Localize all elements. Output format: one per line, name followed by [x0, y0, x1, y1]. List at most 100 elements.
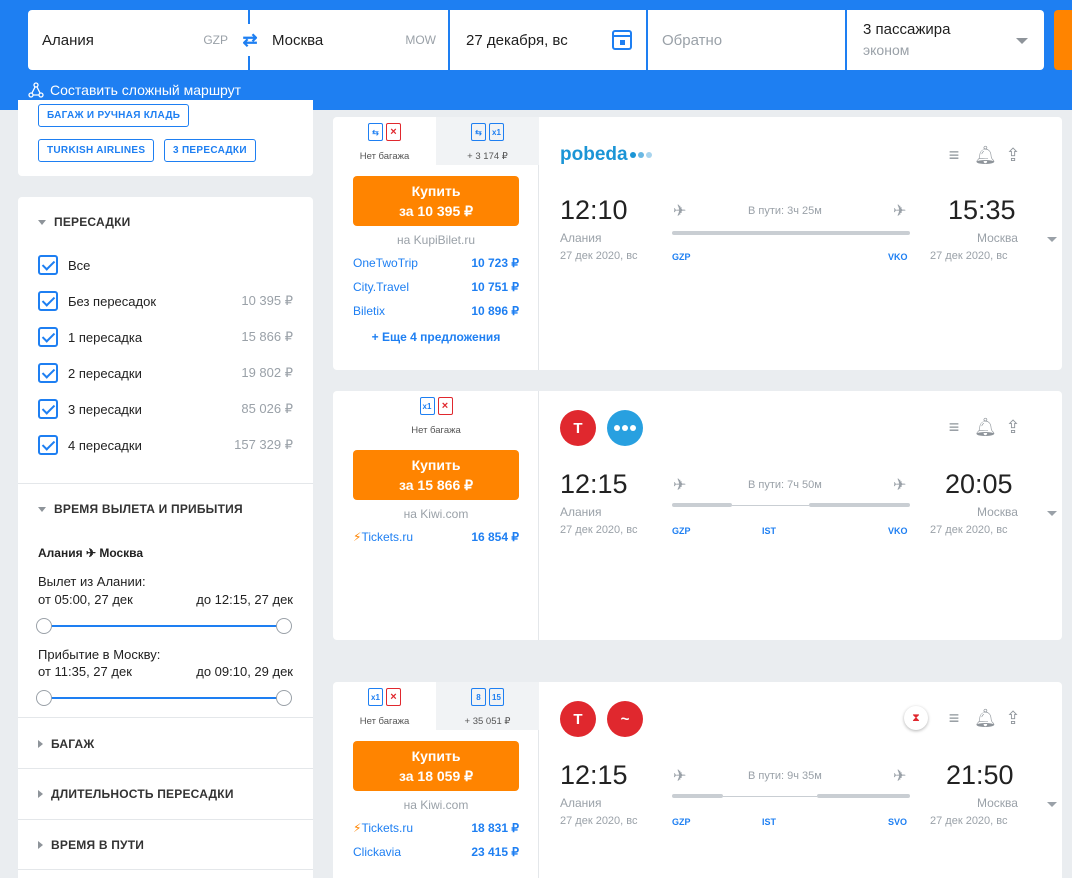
checkbox[interactable] — [38, 399, 58, 419]
offer-price: 18 831 ₽ — [471, 821, 519, 835]
arrival-from: от 11:35, 27 дек — [38, 664, 132, 679]
filter-tag-stops[interactable]: 3 ПЕРЕСАДКИ — [164, 139, 256, 162]
arrival-date: 27 дек 2020, вс — [930, 524, 1008, 536]
filter-tag-baggage[interactable]: БАГАЖ И РУЧНАЯ КЛАДЬ — [38, 104, 190, 127]
checkbox[interactable] — [38, 363, 58, 383]
departure-date: 27 дек 2020, вс — [560, 250, 638, 262]
stops-filter-title: ПЕРЕСАДКИ — [54, 215, 131, 229]
share-icon[interactable]: ⇪ — [1003, 145, 1023, 165]
stops-option-direct[interactable]: Без пересадок 10 395 ₽ — [38, 291, 293, 311]
arrival-max-handle[interactable] — [276, 690, 292, 706]
passengers-field[interactable]: 3 пассажира эконом — [847, 10, 1044, 70]
stops-option-3[interactable]: 3 пересадки 85 026 ₽ — [38, 399, 293, 419]
pobeda-logo: pobeda — [560, 144, 652, 166]
bell-icon[interactable]: 🔔︎ — [974, 708, 997, 728]
flight-duration: В пути: 9ч 35м — [748, 770, 822, 782]
checkbox[interactable] — [38, 255, 58, 275]
add-to-list-icon[interactable]: ≡ — [944, 417, 964, 437]
stops-filter-header[interactable]: ПЕРЕСАДКИ — [38, 215, 130, 229]
layover-duration-filter-header[interactable]: ДЛИТЕЛЬНОСТЬ ПЕРЕСАДКИ — [38, 787, 234, 801]
travel-time-filter-header[interactable]: ВРЕМЯ В ПУТИ — [38, 838, 144, 852]
offer-row[interactable]: Clickavia 23 415 ₽ — [353, 845, 519, 859]
search-button[interactable] — [1054, 10, 1072, 70]
add-to-list-icon[interactable]: ≡ — [944, 145, 964, 165]
arrival-time: 21:50 — [946, 760, 1014, 790]
offer-agency: Biletix — [353, 304, 386, 318]
divider — [18, 717, 313, 718]
checkbox[interactable] — [38, 327, 58, 347]
add-to-list-icon[interactable]: ≡ — [944, 708, 964, 728]
baggage-option-with-bag[interactable]: ⇆ x1 + 3 174 ₽ — [436, 117, 539, 165]
landing-icon: ✈ — [893, 203, 907, 220]
chevron-down-icon[interactable] — [1047, 511, 1057, 516]
offer-price: 23 415 ₽ — [471, 845, 519, 859]
buy-button[interactable]: Купить за 15 866 ₽ — [353, 450, 519, 500]
baggage-option-with-bag[interactable]: 8 15 + 35 051 ₽ — [436, 682, 539, 730]
offer-agency: Tickets.ru — [361, 821, 413, 835]
destination-code: MOW — [405, 33, 436, 47]
checkbox[interactable] — [38, 435, 58, 455]
departure-min-handle[interactable] — [36, 618, 52, 634]
share-icon[interactable]: ⇪ — [1003, 708, 1023, 728]
ticket-price-panel: x1 × Нет багажа 8 15 + 35 051 ₽ Купить за … — [333, 682, 539, 878]
origin-value: Алания — [42, 31, 94, 49]
arrival-date: 27 дек 2020, вс — [930, 815, 1008, 827]
takeoff-icon: ✈ — [673, 477, 687, 494]
origin-field[interactable]: Алания GZP — [28, 10, 248, 70]
swap-icon[interactable]: ⇄ — [232, 24, 268, 56]
arrival-min-handle[interactable] — [36, 690, 52, 706]
date-field[interactable]: 27 декабря, вс — [450, 10, 646, 70]
destination-field[interactable]: Москва MOW — [250, 10, 448, 70]
departure-range-track — [44, 625, 284, 627]
offer-agency: City.Travel — [353, 280, 410, 294]
offer-row[interactable]: OneTwoTrip 10 723 ₽ — [353, 256, 519, 270]
checkbox[interactable] — [38, 291, 58, 311]
offer-row[interactable]: ⚡︎ Tickets.ru 18 831 ₽ — [353, 821, 519, 835]
times-filter-header[interactable]: ВРЕМЯ ВЫЛЕТА И ПРИБЫТИЯ — [38, 502, 243, 516]
baggage-option-no-bag[interactable]: ⇆ × Нет багажа — [333, 117, 436, 165]
route-segment — [817, 794, 910, 798]
baggage-option-no-bag[interactable]: x1 × Нет багажа — [333, 682, 436, 730]
complex-route-link[interactable]: Составить сложный маршрут — [28, 82, 241, 98]
route-track — [672, 231, 910, 235]
calendar-icon[interactable] — [612, 30, 632, 50]
baggage-filter-header[interactable]: БАГАЖ — [38, 737, 94, 751]
departure-max-handle[interactable] — [276, 618, 292, 634]
stops-option-2[interactable]: 2 пересадки 19 802 ₽ — [38, 363, 293, 383]
ticket-card: x1 × Нет багажа Купить за 15 866 ₽ на Kiw… — [333, 391, 1062, 640]
bell-icon[interactable]: 🔔︎ — [974, 145, 997, 165]
departure-city: Алания — [560, 796, 602, 810]
departure-time: 12:15 — [560, 760, 628, 790]
baggage-option-no-bag: x1 × Нет багажа — [333, 391, 539, 439]
airport-code: GZP — [672, 252, 691, 262]
offer-row[interactable]: ⚡︎ Tickets.ru 16 854 ₽ — [353, 530, 519, 544]
buy-label: Купить — [411, 457, 461, 473]
more-offers-link[interactable]: + Еще 4 предложения — [333, 330, 539, 344]
stops-option-all[interactable]: Все — [38, 255, 293, 275]
buy-price: за 18 059 ₽ — [398, 768, 474, 784]
passengers-count: 3 пассажира — [863, 21, 951, 38]
option-price: 157 329 ₽ — [234, 437, 293, 452]
return-date-field[interactable]: Обратно — [648, 10, 845, 70]
chevron-down-icon[interactable] — [1047, 802, 1057, 807]
option-label: Все — [68, 257, 91, 273]
chevron-right-icon — [38, 790, 43, 798]
offer-row[interactable]: Biletix 10 896 ₽ — [353, 304, 519, 318]
departure-time: 12:15 — [560, 469, 628, 499]
filter-tag-airline[interactable]: TURKISH AIRLINES — [38, 139, 155, 162]
baggage-icons: 8 15 — [436, 688, 539, 706]
buy-button[interactable]: Купить за 10 395 ₽ — [353, 176, 519, 226]
baggage-icons: ⇆ x1 — [436, 123, 539, 141]
offer-price: 10 751 ₽ — [471, 280, 519, 294]
buy-button[interactable]: Купить за 18 059 ₽ — [353, 741, 519, 791]
share-icon[interactable]: ⇪ — [1003, 417, 1023, 437]
offer-row[interactable]: City.Travel 10 751 ₽ — [353, 280, 519, 294]
stops-option-4[interactable]: 4 пересадки 157 329 ₽ — [38, 435, 293, 455]
bell-icon[interactable]: 🔔︎ — [974, 417, 997, 437]
stops-option-1[interactable]: 1 пересадка 15 866 ₽ — [38, 327, 293, 347]
airport-code: SVO — [888, 817, 908, 827]
buy-label: Купить — [411, 748, 461, 764]
chevron-down-icon[interactable] — [1047, 237, 1057, 242]
option-price: 10 395 ₽ — [241, 293, 293, 308]
departure-time: 12:10 — [560, 195, 628, 225]
